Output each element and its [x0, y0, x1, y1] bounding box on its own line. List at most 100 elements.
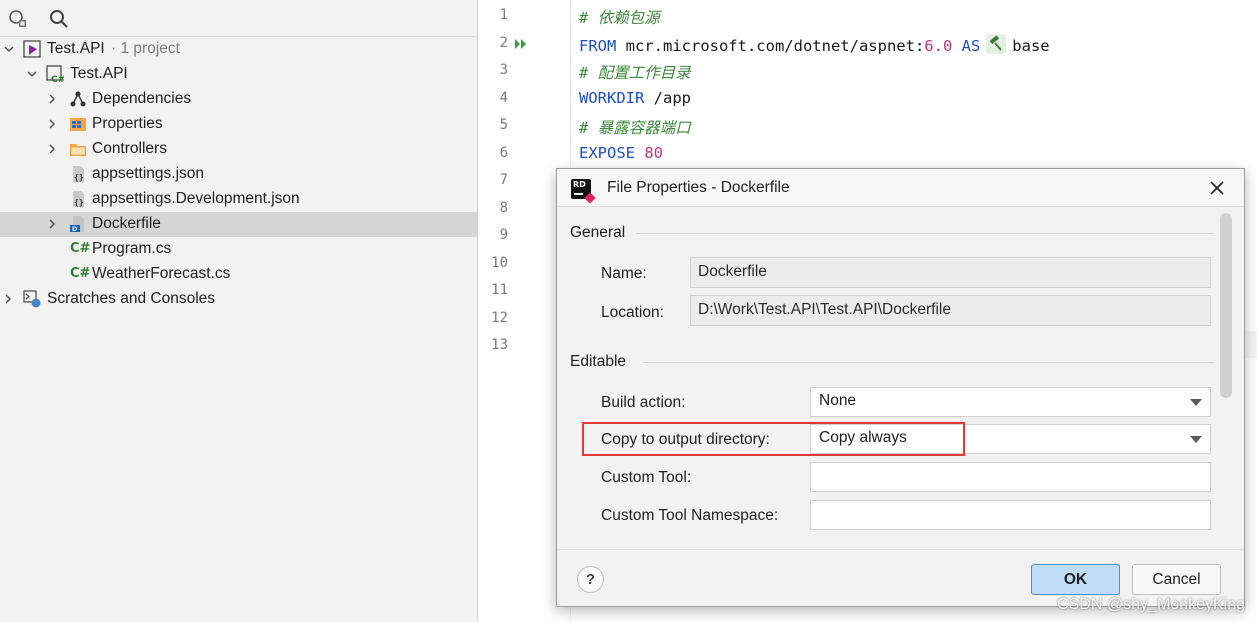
code-line-4: WORKDIR /app [579, 89, 691, 107]
tree-item-dockerfile[interactable]: D Dockerfile [0, 212, 477, 237]
tree-item-program-cs[interactable]: C# Program.cs [0, 237, 477, 262]
close-icon[interactable] [1208, 179, 1226, 197]
keyword-as: AS [952, 37, 981, 55]
dialog-title: File Properties - Dockerfile [607, 179, 790, 196]
image-version: 6.0 [924, 37, 953, 55]
line-number: 11 [491, 282, 508, 298]
run-icon[interactable] [514, 37, 528, 51]
dialog-titlebar[interactable]: RD File Properties - Dockerfile [557, 169, 1244, 207]
rider-logo-icon: RD [571, 179, 596, 204]
line-number: 4 [499, 90, 508, 106]
build-action-select[interactable]: None [810, 387, 1211, 417]
tree-label: Scratches and Consoles [47, 290, 216, 307]
ok-button[interactable]: OK [1031, 564, 1120, 595]
location-field: D:\Work\Test.API\Test.API\Dockerfile [690, 295, 1211, 326]
location-label: Location: [601, 304, 664, 321]
expose-port: 80 [635, 144, 663, 162]
line-number: 6 [499, 145, 508, 161]
explorer-toolbar [0, 0, 477, 37]
section-general: General [570, 224, 626, 241]
tree-label: Controllers [92, 140, 167, 157]
properties-icon [69, 115, 87, 133]
svg-text:{}: {} [74, 173, 84, 182]
section-editable: Editable [570, 353, 627, 370]
tree-label: Properties [92, 115, 163, 132]
solution-icon [23, 40, 41, 58]
code-line-6: EXPOSE 80 [579, 144, 663, 162]
line-number: 9 [499, 227, 508, 243]
chevron-right-icon[interactable] [2, 293, 14, 305]
cancel-button[interactable]: Cancel [1132, 564, 1221, 595]
csharp-file-icon: C# [70, 266, 91, 281]
tree-item-dependencies[interactable]: Dependencies [0, 87, 477, 112]
tree-item-properties[interactable]: Properties [0, 112, 477, 137]
file-properties-dialog: RD File Properties - Dockerfile General … [556, 168, 1245, 607]
line-number: 10 [491, 255, 508, 271]
custom-tool-label: Custom Tool: [601, 469, 692, 486]
tree-item-solution[interactable]: Test.API · 1 project [0, 37, 477, 62]
keyword-from: FROM [579, 37, 617, 55]
json-file-icon: {} [69, 165, 87, 183]
dropdown-arrow-icon [1190, 436, 1202, 443]
chevron-down-icon[interactable] [3, 43, 15, 55]
tree-label: appsettings.json [92, 165, 205, 182]
tree-meta: · 1 project [106, 40, 180, 57]
search-icon[interactable] [48, 8, 70, 30]
image-name: mcr.microsoft.com/dotnet/aspnet: [616, 37, 925, 55]
chevron-right-icon[interactable] [46, 143, 58, 155]
keyword-workdir: WORKDIR [579, 89, 645, 107]
json-file-icon: {} [69, 190, 87, 208]
custom-tool-namespace-label: Custom Tool Namespace: [601, 507, 779, 524]
logo-text: RD [573, 180, 586, 189]
line-number: 13 [491, 337, 508, 353]
custom-tool-input[interactable] [810, 462, 1211, 492]
line-number: 1 [499, 7, 508, 23]
tree-label: Dependencies [92, 90, 192, 107]
dialog-scrollbar[interactable] [1220, 213, 1232, 398]
custom-tool-namespace-input[interactable] [810, 500, 1211, 530]
code-line-5: # 暴露容器端口 [579, 119, 691, 137]
chevron-right-icon[interactable] [46, 218, 58, 230]
line-number: 12 [491, 310, 508, 326]
line-number: 2 [499, 35, 508, 51]
help-button[interactable]: ? [577, 566, 604, 593]
tree-item-project[interactable]: C# Test.API [0, 62, 477, 87]
code-line-1: # 依赖包源 [579, 9, 660, 27]
tree-item-scratches[interactable]: Scratches and Consoles [0, 287, 477, 312]
footer-divider [557, 549, 1244, 550]
chevron-right-icon[interactable] [46, 93, 58, 105]
line-number: 8 [499, 200, 508, 216]
tree-item-weatherforecast-cs[interactable]: C# WeatherForecast.cs [0, 262, 477, 287]
section-divider [636, 233, 1214, 234]
name-field: Dockerfile [690, 257, 1211, 288]
stage-alias: base [1012, 37, 1050, 55]
code-line-2: FROM mcr.microsoft.com/dotnet/aspnet:6.0… [579, 34, 1050, 55]
line-number: 3 [499, 62, 508, 78]
highlight-annotation [582, 422, 965, 456]
tree-item-appsettings-development[interactable]: {} appsettings.Development.json [0, 187, 477, 212]
workdir-path: /app [644, 89, 691, 107]
chevron-down-icon[interactable] [26, 68, 38, 80]
line-number: 5 [499, 117, 508, 133]
code-line-3: # 配置工作目录 [579, 64, 691, 82]
svg-text:D: D [72, 225, 78, 233]
build-action-value: None [819, 392, 857, 409]
scratches-icon [23, 290, 41, 308]
locate-icon[interactable] [7, 8, 29, 30]
name-label: Name: [601, 265, 647, 282]
build-action-label: Build action: [601, 394, 686, 411]
solution-explorer: Test.API · 1 project C# Test.API Depende… [0, 0, 478, 622]
chevron-right-icon[interactable] [46, 118, 58, 130]
csharp-project-icon: C# [46, 65, 64, 83]
tree-label: Dockerfile [92, 215, 161, 232]
dependencies-icon [69, 90, 87, 108]
tree-item-controllers[interactable]: Controllers [0, 137, 477, 162]
svg-text:{}: {} [74, 198, 84, 207]
tree-item-appsettings[interactable]: {} appsettings.json [0, 162, 477, 187]
keyword-expose: EXPOSE [579, 144, 635, 162]
section-divider [643, 362, 1214, 363]
csharp-file-icon: C# [70, 241, 91, 256]
hammer-icon [986, 34, 1007, 54]
folder-icon [69, 140, 87, 158]
dropdown-arrow-icon [1190, 399, 1202, 406]
